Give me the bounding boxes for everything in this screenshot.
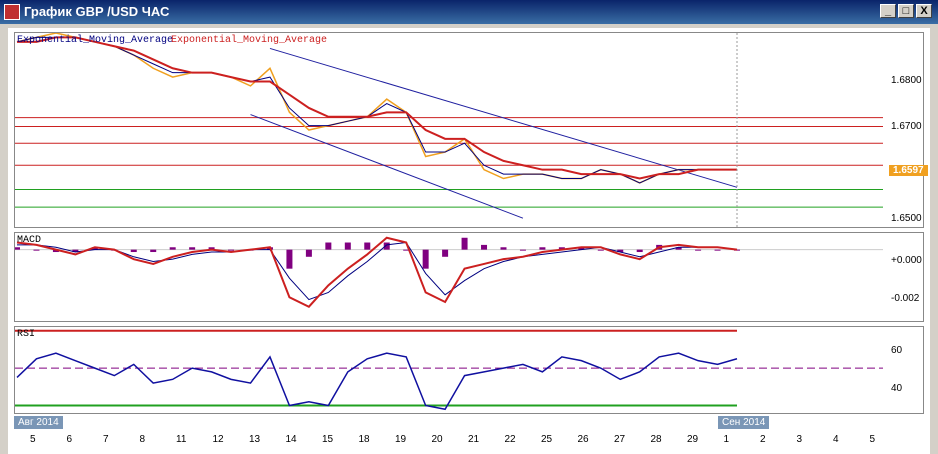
y-tick-label: 1.6800 — [891, 75, 922, 86]
macd-histogram-bar — [461, 237, 468, 250]
macd-histogram-bar — [539, 247, 546, 250]
y-tick-label: 40 — [891, 383, 903, 394]
macd-histogram-bar — [422, 249, 429, 269]
ema-fast-series — [16, 36, 737, 184]
close-button[interactable]: X — [916, 4, 932, 18]
price-panel[interactable]: Exponential_Moving_Average Exponential_M… — [14, 32, 928, 228]
macd-histogram-bar — [305, 249, 312, 257]
macd-histogram-bar — [33, 249, 40, 251]
x-tick-label: 29 — [687, 434, 699, 445]
price-chart — [15, 33, 883, 227]
macd-histogram-bar — [15, 247, 20, 250]
macd-histogram-bar — [597, 249, 604, 251]
x-tick-label: 12 — [212, 434, 224, 445]
macd-histogram-bar — [695, 249, 702, 251]
chart-window-icon — [4, 4, 20, 20]
x-tick-label: 15 — [322, 434, 334, 445]
price-series — [16, 33, 737, 184]
y-tick-label: +0.000 — [891, 255, 922, 266]
macd-histogram-bar — [442, 249, 449, 257]
macd-histogram-bar — [169, 247, 176, 250]
x-tick-label: 20 — [431, 434, 443, 445]
macd-histogram-bar — [150, 249, 157, 253]
month-label-september: Сен 2014 — [718, 416, 770, 429]
y-tick-label: 60 — [891, 345, 903, 356]
x-tick-label: 26 — [577, 434, 589, 445]
macd-histogram-bar — [286, 249, 293, 269]
x-tick-label: 27 — [614, 434, 626, 445]
x-tick-label: 5 — [30, 434, 36, 445]
x-tick-label: 7 — [103, 434, 109, 445]
minimize-button[interactable]: _ — [880, 4, 896, 18]
macd-histogram-bar — [714, 249, 721, 251]
ema-fast-legend: Exponential_Moving_Average — [17, 35, 174, 46]
x-tick-label: 19 — [395, 434, 407, 445]
macd-signal-series — [17, 241, 738, 301]
x-tick-label: 14 — [285, 434, 297, 445]
x-tick-label: 11 — [176, 434, 187, 445]
title-bar: График GBP /USD ЧАС _ □ X — [0, 0, 938, 24]
x-tick-label: 18 — [358, 434, 370, 445]
macd-histogram-bar — [228, 249, 235, 251]
macd-histogram-bar — [189, 247, 196, 250]
month-label-august: Авг 2014 — [14, 416, 63, 429]
y-tick-label: 1.6700 — [891, 121, 922, 132]
macd-histogram-bar — [344, 242, 351, 250]
y-tick-label: -0.002 — [891, 293, 920, 304]
ema-slow-legend: Exponential_Moving_Average — [171, 35, 328, 46]
macd-main-series — [16, 236, 738, 308]
x-tick-label: 13 — [249, 434, 261, 445]
window-title: График GBP /USD ЧАС — [24, 4, 170, 19]
x-tick-label: 8 — [139, 434, 146, 445]
macd-histogram-bar — [364, 242, 371, 250]
x-tick-label: 28 — [650, 434, 662, 445]
rsi-panel[interactable]: RSI 60 40 — [14, 326, 924, 414]
x-tick-label: 6 — [66, 434, 73, 445]
macd-histogram-bar — [325, 242, 332, 250]
current-price-badge: 1.6597 — [889, 165, 928, 176]
maximize-button[interactable]: □ — [898, 4, 914, 18]
macd-label: MACD — [17, 235, 42, 246]
x-tick-label: 4 — [833, 434, 839, 445]
macd-histogram-bar — [500, 247, 507, 250]
rsi-label: RSI — [17, 329, 36, 340]
x-tick-label: 3 — [796, 434, 803, 445]
macd-histogram-bar — [636, 249, 643, 253]
chart-frame: Exponential_Moving_Average Exponential_M… — [8, 28, 930, 454]
x-tick-label: 1 — [723, 434, 730, 445]
macd-histogram-bar — [481, 244, 488, 250]
x-axis: Авг 2014 Сен 2014 5 6 7 8 11 12 13 14 15 18 19 20 21… — [8, 416, 930, 454]
macd-histogram-bar — [519, 249, 526, 251]
x-tick-label: 21 — [468, 434, 480, 445]
x-tick-label: 25 — [541, 434, 553, 445]
y-tick-label: 1.6500 — [891, 213, 922, 224]
rsi-chart — [15, 329, 883, 411]
macd-chart — [15, 236, 883, 308]
x-tick-label: 2 — [760, 434, 766, 445]
x-tick-label: 22 — [504, 434, 516, 445]
rsi-series — [16, 352, 738, 411]
macd-panel[interactable]: MACD +0.000 -0.002 — [14, 232, 924, 322]
x-tick-label: 5 — [869, 434, 876, 445]
macd-histogram-bar — [130, 249, 137, 253]
